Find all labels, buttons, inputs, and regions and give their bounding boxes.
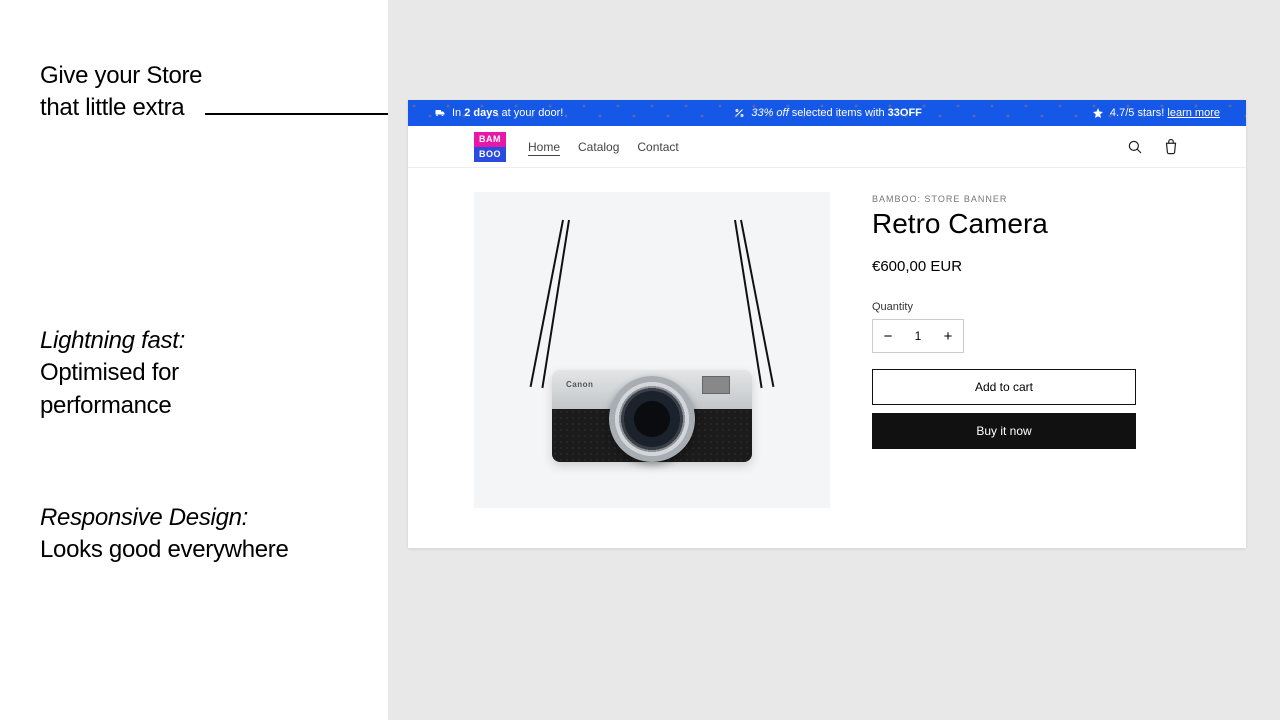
promo-shipping: In 2 days at your door!: [434, 107, 563, 119]
feature-lead: Responsive Design:: [40, 504, 248, 531]
text: selected items with: [792, 107, 888, 119]
feature-performance: Lightning fast: Optimised for performanc…: [40, 325, 350, 422]
logo-text-top: BAM: [474, 132, 506, 147]
buy-now-button[interactable]: Buy it now: [872, 413, 1136, 449]
feature-line: Optimised for: [40, 359, 179, 386]
nav-contact[interactable]: Contact: [637, 140, 678, 154]
search-icon[interactable]: [1126, 138, 1144, 156]
qty-increase-button[interactable]: +: [933, 320, 963, 352]
qty-decrease-button[interactable]: −: [873, 320, 903, 352]
product-section: Canon BAMBOO: STORE BANNER Retro Camera …: [408, 168, 1246, 548]
promo-rating[interactable]: 4.7/5 stars! learn more: [1092, 107, 1220, 119]
nav-catalog[interactable]: Catalog: [578, 140, 619, 154]
promo-discount: 33% off selected items with 33OFF: [733, 107, 922, 119]
camera-illustration: Canon: [542, 220, 762, 480]
percent-icon: [733, 107, 745, 119]
product-title: Retro Camera: [872, 208, 1180, 240]
logo-text-bottom: BOO: [474, 147, 506, 162]
star-icon: [1092, 107, 1104, 119]
feature-line: that little extra: [40, 94, 184, 121]
promo-rating-link[interactable]: learn more: [1167, 107, 1220, 119]
cart-icon[interactable]: [1162, 138, 1180, 156]
truck-icon: [434, 107, 446, 119]
quantity-stepper: − 1 +: [872, 319, 964, 353]
qty-value: 1: [903, 320, 933, 352]
promo-banner: In 2 days at your door! 33% off selected…: [408, 100, 1246, 126]
main-nav: Home Catalog Contact: [528, 140, 679, 154]
feature-headline: Give your Store that little extra: [40, 60, 350, 125]
feature-responsive: Responsive Design: Looks good everywhere: [40, 502, 350, 567]
feature-line: Looks good everywhere: [40, 536, 289, 563]
quantity-label: Quantity: [872, 301, 1180, 313]
feature-line: Give your Store: [40, 62, 202, 89]
store-logo[interactable]: BAM BOO: [474, 132, 506, 162]
camera-lens: [609, 376, 695, 462]
callout-line: [205, 113, 400, 115]
product-info: BAMBOO: STORE BANNER Retro Camera €600,0…: [872, 192, 1180, 508]
product-image[interactable]: Canon: [474, 192, 830, 508]
store-preview: In 2 days at your door! 33% off selected…: [408, 100, 1246, 548]
camera-brand-label: Canon: [566, 380, 593, 389]
feature-line: performance: [40, 392, 171, 419]
feature-lead: Lightning fast:: [40, 327, 185, 354]
product-price: €600,00 EUR: [872, 258, 1180, 275]
text: In: [452, 107, 464, 119]
text: 33% off: [751, 107, 791, 119]
text: 33OFF: [888, 107, 922, 119]
nav-home[interactable]: Home: [528, 140, 560, 154]
marketing-column: Give your Store that little extra Lightn…: [40, 60, 350, 647]
viewfinder: [702, 376, 730, 394]
product-vendor: BAMBOO: STORE BANNER: [872, 194, 1180, 204]
text: 2 days: [464, 107, 498, 119]
store-header: BAM BOO Home Catalog Contact: [408, 126, 1246, 168]
text: at your door!: [498, 107, 563, 119]
text: 4.7/5 stars!: [1110, 107, 1167, 119]
header-actions: [1126, 138, 1180, 156]
add-to-cart-button[interactable]: Add to cart: [872, 369, 1136, 405]
